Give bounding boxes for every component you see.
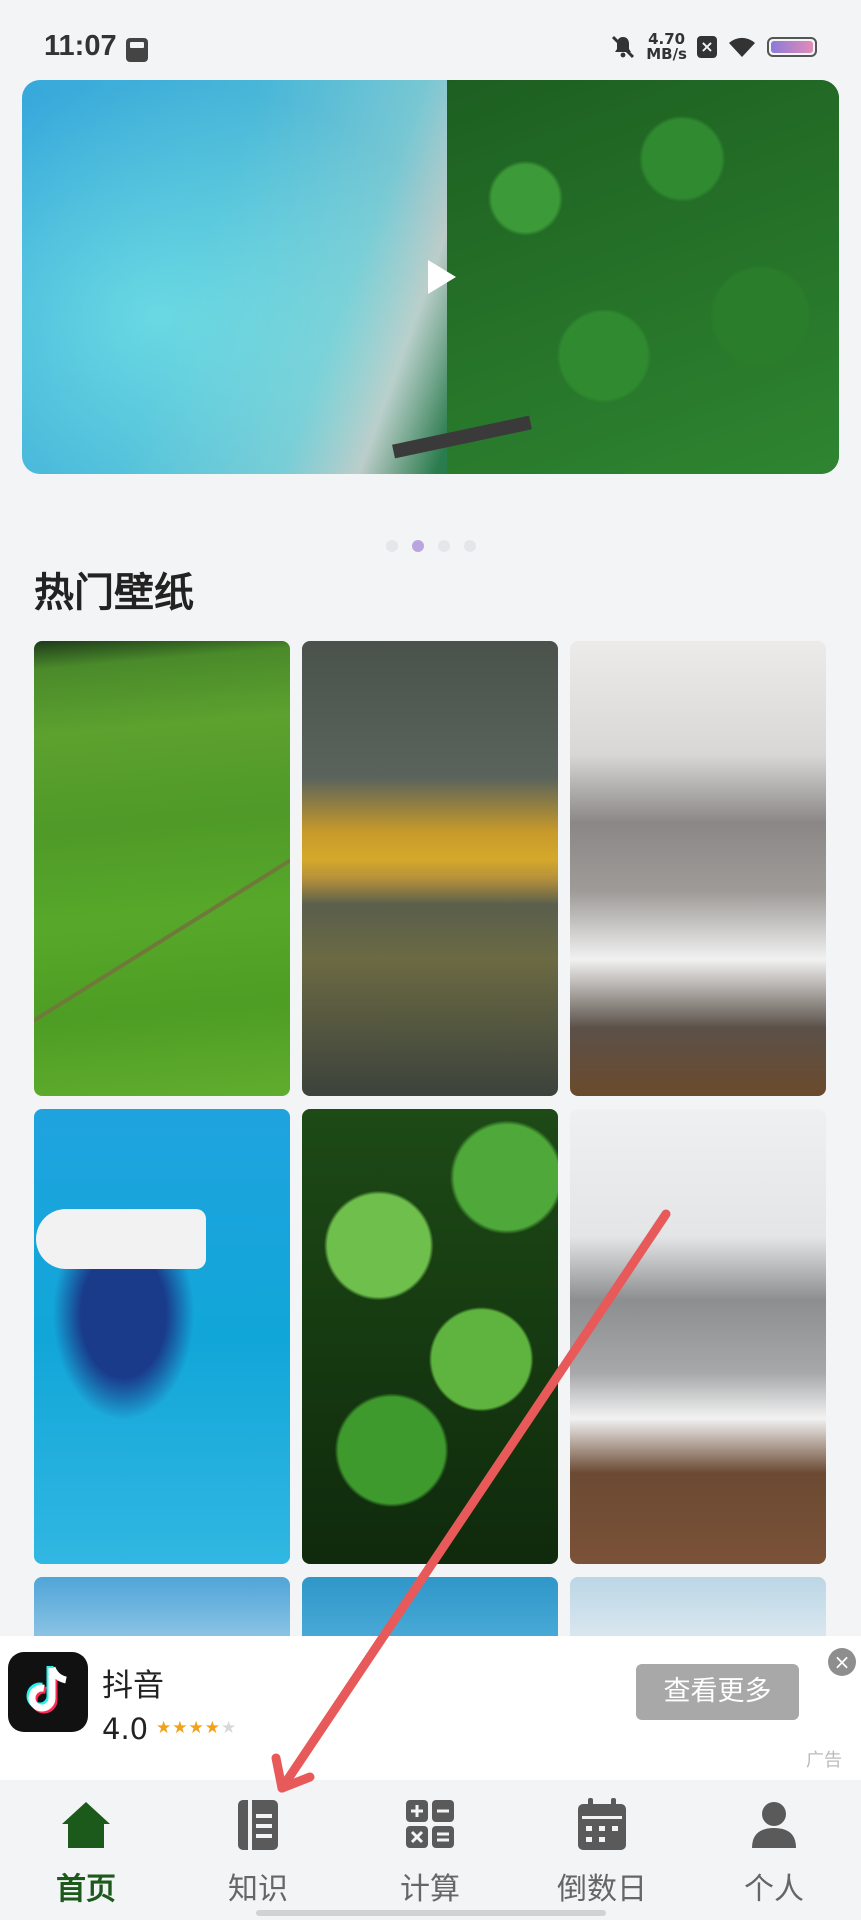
nav-profile[interactable]: 个人 <box>709 1796 839 1908</box>
carousel-dot-active <box>412 540 424 552</box>
nav-calculate-label: 计算 <box>400 1872 460 1907</box>
battery-icon <box>767 37 817 57</box>
nav-profile-label: 个人 <box>744 1872 804 1907</box>
person-icon <box>752 1802 796 1848</box>
banner-video[interactable] <box>22 80 839 474</box>
nav-calculate[interactable]: 计算 <box>365 1796 495 1908</box>
section-title: 热门壁纸 <box>34 570 194 616</box>
wifi-icon <box>729 37 755 57</box>
wallpaper-green-leaves[interactable] <box>302 1109 558 1564</box>
calendar-icon <box>578 1798 626 1850</box>
ad-banner[interactable]: 抖音 4.0 ★★★★★ 查看更多 × 广告 <box>0 1636 861 1780</box>
banner-forest <box>446 80 839 474</box>
clock: 11:07 <box>44 30 117 62</box>
mute-bell-icon <box>612 35 635 59</box>
notebook-icon <box>238 1800 278 1850</box>
ad-label: 广告 <box>806 1750 842 1771</box>
nav-countdown-label: 倒数日 <box>557 1872 647 1907</box>
banner-sea <box>22 80 472 474</box>
network-speed: 4.70 MB/s <box>646 32 687 62</box>
network-speed-unit: MB/s <box>646 45 687 63</box>
nav-home[interactable]: 首页 <box>21 1796 151 1908</box>
close-box-icon: × <box>697 36 717 58</box>
wallpaper-autumn-lake[interactable] <box>302 641 558 1096</box>
nav-knowledge[interactable]: 知识 <box>193 1796 323 1908</box>
wallpaper-misty-mountain[interactable] <box>570 1109 826 1564</box>
ad-close-button[interactable]: × <box>828 1648 856 1676</box>
nav-countdown[interactable]: 倒数日 <box>537 1796 667 1908</box>
ad-rating: 4.0 <box>102 1712 149 1746</box>
wallpaper-snowy-mountain[interactable] <box>570 641 826 1096</box>
ad-star-rating: ★★★★★ <box>156 1718 238 1738</box>
sim-card-icon <box>126 38 148 62</box>
nav-home-label: 首页 <box>56 1872 116 1907</box>
status-bar: 11:07 4.70 MB/s × <box>0 0 861 80</box>
wallpaper-partial[interactable] <box>34 1577 290 1637</box>
home-icon <box>62 1802 110 1848</box>
view-more-button[interactable]: 查看更多 <box>636 1664 799 1720</box>
douyin-logo-icon[interactable] <box>8 1652 88 1732</box>
play-icon[interactable] <box>428 260 456 294</box>
ad-app-name: 抖音 <box>102 1668 164 1704</box>
wallpaper-partial[interactable] <box>570 1577 826 1637</box>
wallpaper-partial[interactable] <box>302 1577 558 1637</box>
battery-level <box>771 41 813 53</box>
home-indicator[interactable] <box>256 1910 606 1916</box>
douyin-note-icon <box>26 1666 67 1714</box>
nav-knowledge-label: 知识 <box>228 1872 288 1907</box>
carousel-dot <box>438 540 450 552</box>
status-indicators: 4.70 MB/s × <box>610 32 817 62</box>
calculator-icon <box>406 1800 454 1848</box>
carousel-indicator <box>386 540 476 552</box>
wallpaper-sailboat-sea[interactable] <box>34 1109 290 1564</box>
carousel-dot <box>386 540 398 552</box>
carousel-dot <box>464 540 476 552</box>
bottom-navigation: 首页 知识 计算 倒数日 个人 <box>0 1780 861 1920</box>
wallpaper-green-fields[interactable] <box>34 641 290 1096</box>
